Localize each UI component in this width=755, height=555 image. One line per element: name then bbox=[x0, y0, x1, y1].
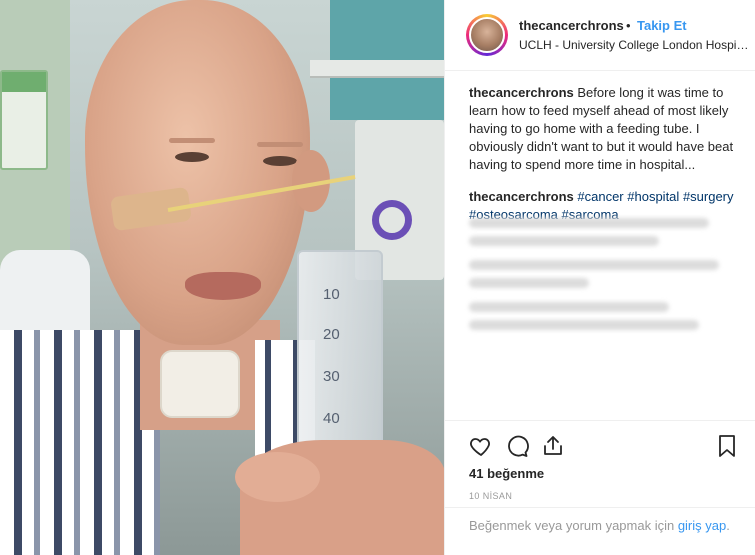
comment-icon[interactable] bbox=[505, 434, 529, 458]
caption-username[interactable]: thecancerchrons bbox=[469, 85, 574, 100]
blurred-line bbox=[469, 302, 669, 312]
username-link[interactable]: thecancerchrons bbox=[519, 18, 624, 33]
mouth bbox=[185, 272, 261, 300]
avatar[interactable] bbox=[469, 17, 505, 53]
post-side-panel: thecancerchrons • Takip Et UCLH - Univer… bbox=[444, 0, 755, 555]
syringe-cap bbox=[372, 200, 412, 240]
caption-comment: thecancerchrons Before long it was time … bbox=[469, 84, 749, 174]
blurred-comments bbox=[469, 218, 729, 338]
heart-icon[interactable] bbox=[469, 434, 493, 458]
blurred-line bbox=[469, 218, 709, 228]
separator-dot: • bbox=[626, 18, 631, 33]
story-ring[interactable] bbox=[466, 14, 508, 56]
syringe-mark: 40 bbox=[323, 410, 340, 427]
thumb bbox=[235, 452, 320, 502]
login-prompt-suffix: . bbox=[726, 518, 730, 533]
comments-list: thecancerchrons Before long it was time … bbox=[469, 84, 749, 224]
wall-sign bbox=[0, 70, 48, 170]
share-icon[interactable] bbox=[541, 434, 565, 458]
post-photo[interactable]: 10 20 30 40 bbox=[0, 0, 444, 555]
login-prompt: Beğenmek veya yorum yapmak için giriş ya… bbox=[445, 507, 755, 535]
face bbox=[85, 0, 310, 345]
action-bar: 41 beğenme 10 NİSAN Beğenmek veya yorum … bbox=[445, 420, 755, 555]
login-prompt-text: Beğenmek veya yorum yapmak için bbox=[469, 518, 678, 533]
blurred-line bbox=[469, 236, 659, 246]
post-date[interactable]: 10 NİSAN bbox=[469, 491, 512, 501]
left-eye bbox=[175, 152, 209, 162]
right-eye bbox=[263, 156, 297, 166]
blurred-line bbox=[469, 320, 699, 330]
bookmark-icon[interactable] bbox=[715, 434, 739, 458]
wall-rail bbox=[310, 60, 444, 78]
hashtag-comment-username[interactable]: thecancerchrons bbox=[469, 189, 574, 204]
left-eyebrow bbox=[169, 138, 215, 143]
right-eyebrow bbox=[257, 142, 303, 147]
hashtag-link[interactable]: #cancer bbox=[577, 189, 623, 204]
location-link[interactable]: UCLH - University College London Hospita… bbox=[519, 38, 749, 52]
login-link[interactable]: giriş yap bbox=[678, 518, 726, 533]
syringe-mark: 30 bbox=[323, 368, 340, 385]
blurred-line bbox=[469, 260, 719, 270]
post-header: thecancerchrons • Takip Et UCLH - Univer… bbox=[445, 0, 755, 71]
hashtag-link[interactable]: #surgery bbox=[683, 189, 734, 204]
syringe-mark: 20 bbox=[323, 326, 340, 343]
follow-button[interactable]: Takip Et bbox=[637, 18, 687, 33]
neck-dressing bbox=[160, 350, 240, 418]
hashtag-link[interactable]: #hospital bbox=[627, 189, 679, 204]
syringe-mark: 10 bbox=[323, 286, 340, 303]
sign-header bbox=[2, 72, 46, 92]
shirt-left bbox=[0, 330, 160, 555]
like-count[interactable]: 41 beğenme bbox=[469, 466, 544, 481]
blurred-line bbox=[469, 278, 589, 288]
